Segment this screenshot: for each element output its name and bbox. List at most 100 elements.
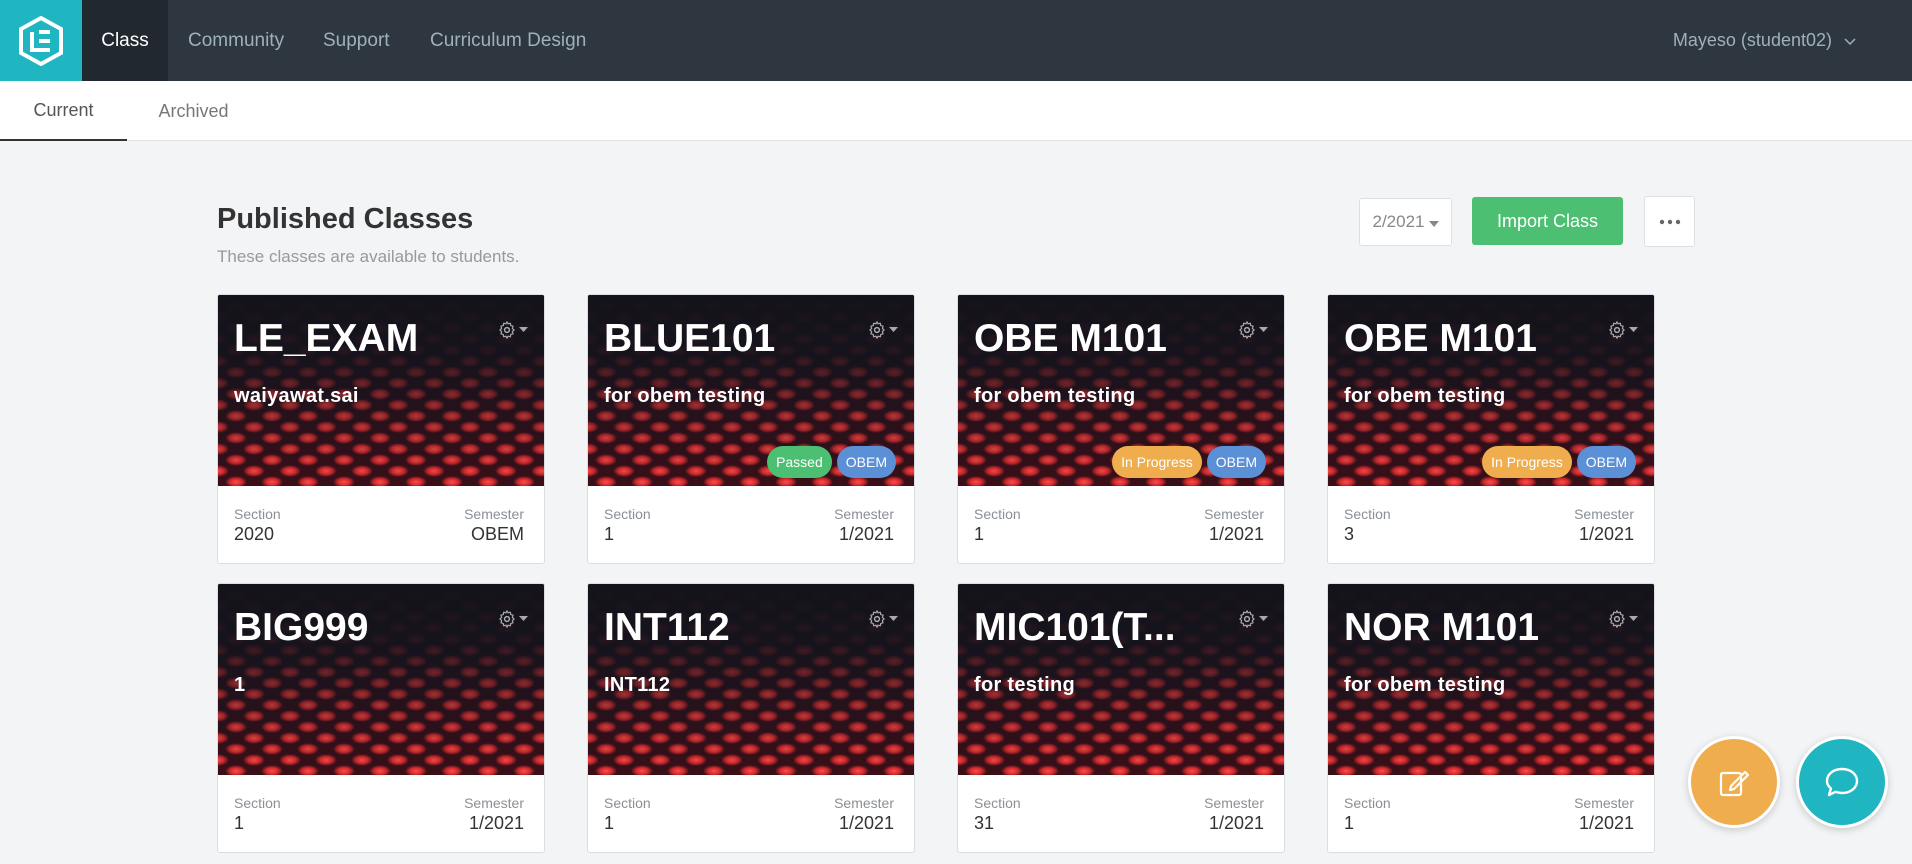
caret-down-icon — [1259, 616, 1268, 621]
class-card[interactable]: MIC101(T... for testing Section 31 Semes… — [957, 583, 1285, 853]
gear-icon[interactable] — [1238, 321, 1268, 339]
card-subtitle: waiyawat.sai — [234, 385, 359, 407]
user-menu[interactable]: Mayeso (student02) — [1673, 0, 1856, 81]
caret-down-icon — [519, 616, 528, 621]
card-footer: Section 1 Semester 1/2021 — [588, 486, 914, 563]
status-badge: OBEM — [1576, 446, 1636, 478]
caret-down-icon — [889, 327, 898, 332]
class-card[interactable]: LE_EXAM waiyawat.sai Section 2020 Semest… — [217, 294, 545, 564]
nav-item-curriculum-design[interactable]: Curriculum Design — [430, 0, 586, 81]
section-label: Section — [604, 795, 651, 811]
class-card[interactable]: INT112 INT112 Section 1 Semester 1/2021 — [587, 583, 915, 853]
card-title: NOR M101 — [1344, 606, 1540, 649]
edit-icon[interactable] — [1688, 736, 1780, 828]
section-label: Section — [234, 506, 281, 522]
caret-down-icon — [1629, 616, 1638, 621]
class-card[interactable]: OBE M101 for obem testing In Progress OBE… — [1327, 294, 1655, 564]
semester-value: OBEM — [470, 524, 524, 544]
import-class-button[interactable]: Import Class — [1472, 197, 1623, 245]
semester-value: 1/2021 — [1208, 813, 1264, 833]
chat-icon[interactable] — [1796, 736, 1888, 828]
tab-current[interactable]: Current — [0, 81, 127, 141]
card-banner: OBE M101 for obem testing In Progress OBE… — [1328, 295, 1654, 486]
card-banner: OBE M101 for obem testing In Progress OBE… — [958, 295, 1284, 486]
class-card[interactable]: NOR M101 for obem testing Section 1 Seme… — [1327, 583, 1655, 853]
gear-icon[interactable] — [868, 610, 898, 628]
semester-label: Semester — [834, 795, 894, 811]
badge-group: In Progress OBEM — [1482, 446, 1636, 478]
badge-group: Passed OBEM — [767, 446, 896, 478]
badge-group: In Progress OBEM — [1112, 446, 1266, 478]
status-badge: OBEM — [836, 446, 896, 478]
semester-label: Semester — [464, 506, 524, 522]
tab-archived[interactable]: Archived — [145, 81, 242, 141]
class-card-grid: LE_EXAM waiyawat.sai Section 2020 Semest… — [217, 294, 1655, 853]
semester-value: 1/2021 — [838, 813, 894, 833]
card-footer: Section 31 Semester 1/2021 — [958, 775, 1284, 852]
card-subtitle: INT112 — [604, 674, 671, 696]
card-banner: MIC101(T... for testing — [958, 584, 1284, 775]
card-title: BLUE101 — [604, 317, 776, 360]
card-subtitle: for testing — [974, 674, 1076, 696]
nav-item-support[interactable]: Support — [323, 0, 390, 81]
semester-select[interactable]: 2/2021 — [1359, 198, 1452, 246]
section-value: 2020 — [234, 524, 275, 544]
card-footer: Section 1 Semester 1/2021 — [1328, 775, 1654, 852]
status-badge: Passed — [767, 446, 832, 478]
semester-label: Semester — [1574, 506, 1634, 522]
nav-item-community[interactable]: Community — [188, 0, 284, 81]
section-value: 1 — [604, 813, 615, 833]
section-value: 1 — [1344, 813, 1355, 833]
section-label: Section — [974, 506, 1021, 522]
gear-icon[interactable] — [498, 610, 528, 628]
class-card[interactable]: BLUE101 for obem testing Passed OBEM Sect… — [587, 294, 915, 564]
semester-label: Semester — [1574, 795, 1634, 811]
card-banner: LE_EXAM waiyawat.sai — [218, 295, 544, 486]
gear-icon[interactable] — [498, 321, 528, 339]
semester-value: 1/2021 — [1208, 524, 1264, 544]
card-title: MIC101(T... — [974, 606, 1176, 649]
card-title: BIG999 — [234, 606, 369, 649]
caret-down-icon — [1629, 327, 1638, 332]
semester-label: Semester — [1204, 506, 1264, 522]
status-badge: OBEM — [1206, 446, 1266, 478]
card-banner: INT112 INT112 — [588, 584, 914, 775]
semester-value: 1/2021 — [1578, 813, 1634, 833]
gear-icon[interactable] — [868, 321, 898, 339]
card-subtitle: for obem testing — [1344, 385, 1506, 407]
gear-icon[interactable] — [1608, 321, 1638, 339]
semester-value: 1/2021 — [468, 813, 524, 833]
gear-icon[interactable] — [1608, 610, 1638, 628]
section-value: 1 — [604, 524, 615, 544]
status-badge: In Progress — [1112, 446, 1202, 478]
semester-value: 1/2021 — [838, 524, 894, 544]
semester-label: Semester — [834, 506, 894, 522]
section-value: 3 — [1344, 524, 1355, 544]
card-title: INT112 — [604, 606, 730, 649]
gear-icon[interactable] — [1238, 610, 1268, 628]
card-footer: Section 1 Semester 1/2021 — [588, 775, 914, 852]
section-label: Section — [1344, 795, 1391, 811]
card-subtitle: 1 — [234, 674, 246, 696]
card-title: LE_EXAM — [234, 317, 419, 360]
more-icon[interactable] — [1644, 196, 1695, 247]
semester-value: 2/2021 — [1372, 212, 1425, 231]
caret-down-icon — [519, 327, 528, 332]
caret-down-icon — [1259, 327, 1268, 332]
class-card[interactable]: OBE M101 for obem testing In Progress OBE… — [957, 294, 1285, 564]
top-navbar: Class Community Support Curriculum Desig… — [0, 0, 1912, 81]
section-label: Section — [604, 506, 651, 522]
nav-item-class[interactable]: Class — [82, 0, 168, 81]
logo-icon[interactable] — [0, 0, 82, 81]
class-card[interactable]: BIG999 1 Section 1 Semester 1/2021 — [217, 583, 545, 853]
caret-down-icon — [1428, 212, 1439, 232]
card-footer: Section 2020 Semester OBEM — [218, 486, 544, 563]
section-value: 1 — [974, 524, 985, 544]
card-footer: Section 3 Semester 1/2021 — [1328, 486, 1654, 563]
semester-label: Semester — [1204, 795, 1264, 811]
section-label: Section — [234, 795, 281, 811]
card-title: OBE M101 — [1344, 317, 1537, 360]
status-badge: In Progress — [1482, 446, 1572, 478]
card-banner: BLUE101 for obem testing Passed OBEM — [588, 295, 914, 486]
user-name: Mayeso (student02) — [1672, 30, 1832, 50]
